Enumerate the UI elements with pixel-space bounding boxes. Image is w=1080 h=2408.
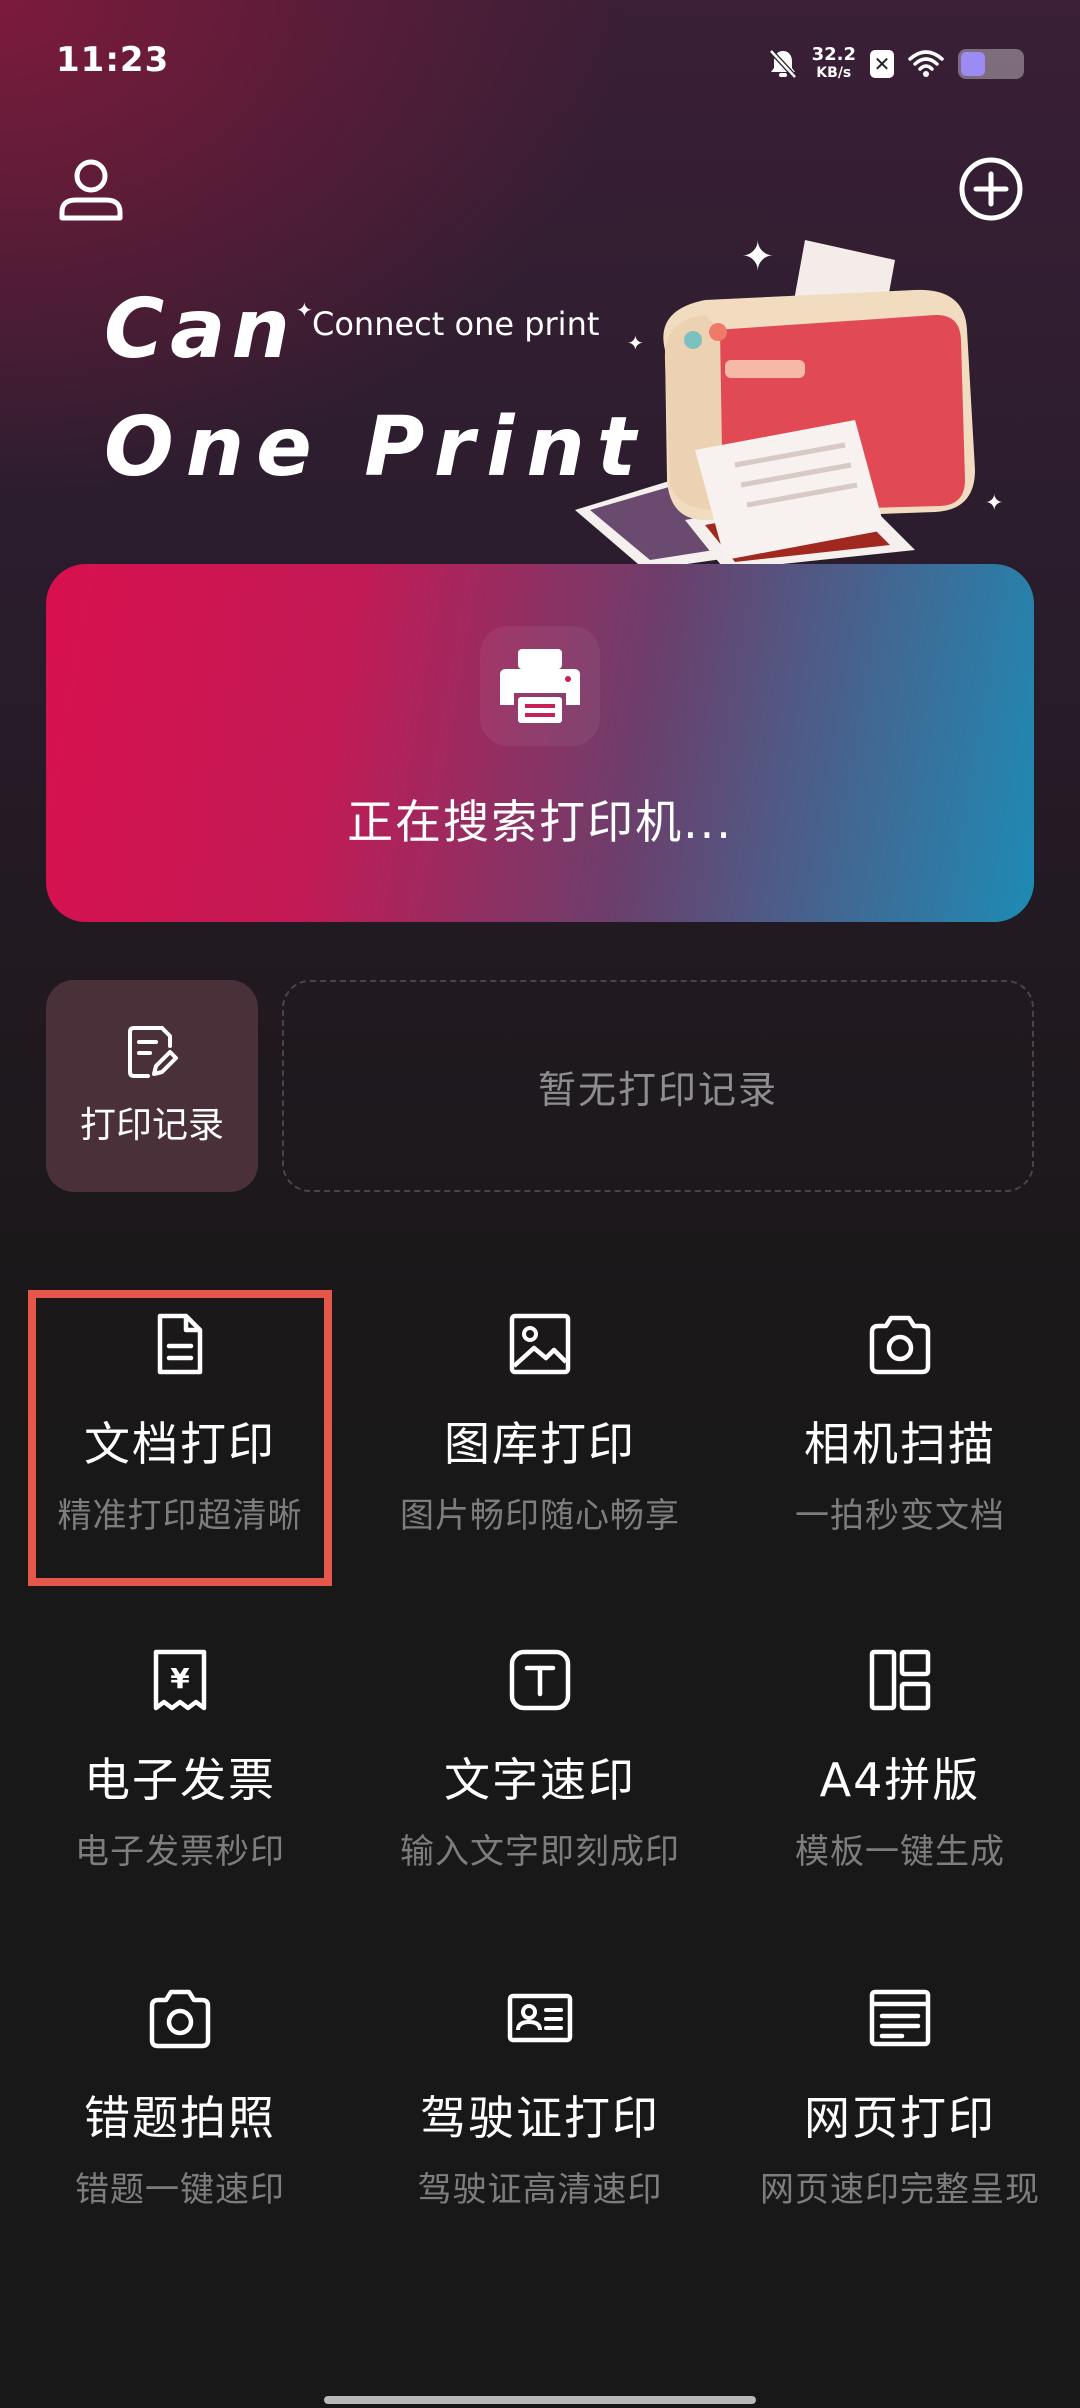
feature-camera-scan[interactable]: 相机扫描 一拍秒变文档 — [720, 1310, 1080, 1610]
feature-text-print[interactable]: 文字速印 输入文字即刻成印 — [360, 1646, 720, 1946]
camera-icon — [869, 1315, 931, 1375]
svg-text:¥: ¥ — [170, 1662, 190, 1695]
home-indicator[interactable] — [324, 2396, 756, 2404]
feature-gallery-print[interactable]: 图库打印 图片畅印随心畅享 — [360, 1310, 720, 1610]
feature-subtitle: 网页速印完整呈现 — [760, 2170, 1040, 2210]
wifi-icon — [908, 50, 944, 77]
camera-icon — [149, 1989, 211, 2049]
printer-illustration: ✦ ✦ ✦ — [575, 234, 1003, 570]
feature-subtitle: 输入文字即刻成印 — [400, 1832, 680, 1872]
bell-muted-icon — [768, 49, 797, 79]
network-speed-unit: KB/s — [816, 65, 852, 81]
highlight-frame — [28, 1290, 332, 1586]
text-icon — [509, 1649, 571, 1711]
id-card-icon — [507, 1993, 573, 2043]
feature-title: 电子发票 — [84, 1753, 276, 1807]
printer-icon — [500, 649, 580, 723]
battery-icon — [958, 49, 1024, 79]
user-icon[interactable] — [56, 154, 126, 224]
edit-document-icon — [128, 1026, 178, 1078]
svg-text:✦: ✦ — [741, 234, 775, 280]
feature-subtitle: 电子发票秒印 — [75, 1832, 285, 1872]
image-icon — [509, 1313, 571, 1375]
printer-search-status: 正在搜索打印机... — [347, 795, 733, 849]
feature-subtitle: 驾驶证高清速印 — [417, 2170, 663, 2210]
printer-icon-wrap — [480, 626, 600, 746]
battery-level — [961, 52, 985, 76]
feature-webpage-print[interactable]: 网页打印 网页速印完整呈现 — [720, 1984, 1080, 2284]
sparkle-icon: ✦ — [296, 298, 313, 322]
status-bar: 11:23 32.2 KB/s ✕ — [0, 0, 1080, 120]
svg-text:✦: ✦ — [985, 491, 1003, 516]
feature-subtitle: 错题一键速印 — [75, 2170, 285, 2210]
network-speed: 32.2 KB/s — [812, 46, 856, 82]
feature-title: 文字速印 — [444, 1753, 636, 1807]
status-time: 11:23 — [56, 40, 170, 80]
app-screen: 11:23 32.2 KB/s ✕ Can ✦ Connect one prin… — [0, 0, 1080, 2408]
plus-circle-icon[interactable] — [958, 156, 1024, 222]
print-record-label: 打印记录 — [79, 1105, 224, 1146]
feature-title: A4拼版 — [819, 1753, 981, 1807]
printer-search-card[interactable]: 正在搜索打印机... — [46, 564, 1034, 922]
feature-driver-license-print[interactable]: 驾驶证打印 驾驶证高清速印 — [360, 1984, 720, 2284]
network-speed-value: 32.2 — [811, 44, 856, 65]
print-record-empty: 暂无打印记录 — [282, 980, 1034, 1192]
print-record-button[interactable]: 打印记录 — [46, 980, 258, 1192]
feature-title: 网页打印 — [804, 2091, 996, 2145]
hero-title-line1: Can — [104, 282, 296, 377]
feature-title: 相机扫描 — [804, 1417, 996, 1471]
feature-title: 驾驶证打印 — [420, 2091, 660, 2145]
feature-title: 错题拍照 — [84, 2091, 276, 2145]
feature-wrong-question-photo[interactable]: 错题拍照 错题一键速印 — [0, 1984, 360, 2284]
webpage-icon — [869, 1989, 931, 2047]
status-icons: 32.2 KB/s ✕ — [768, 44, 1024, 84]
invoice-icon: ¥ — [153, 1649, 207, 1711]
feature-subtitle: 一拍秒变文档 — [795, 1496, 1005, 1536]
layout-icon — [869, 1649, 931, 1711]
feature-subtitle: 模板一键生成 — [795, 1832, 1005, 1872]
svg-text:✦: ✦ — [627, 331, 644, 355]
feature-e-invoice[interactable]: ¥ 电子发票 电子发票秒印 — [0, 1646, 360, 1946]
feature-title: 图库打印 — [444, 1417, 636, 1471]
x-app-icon: ✕ — [870, 50, 894, 78]
feature-subtitle: 图片畅印随心畅享 — [400, 1496, 680, 1536]
feature-a4-layout[interactable]: A4拼版 模板一键生成 — [720, 1646, 1080, 1946]
